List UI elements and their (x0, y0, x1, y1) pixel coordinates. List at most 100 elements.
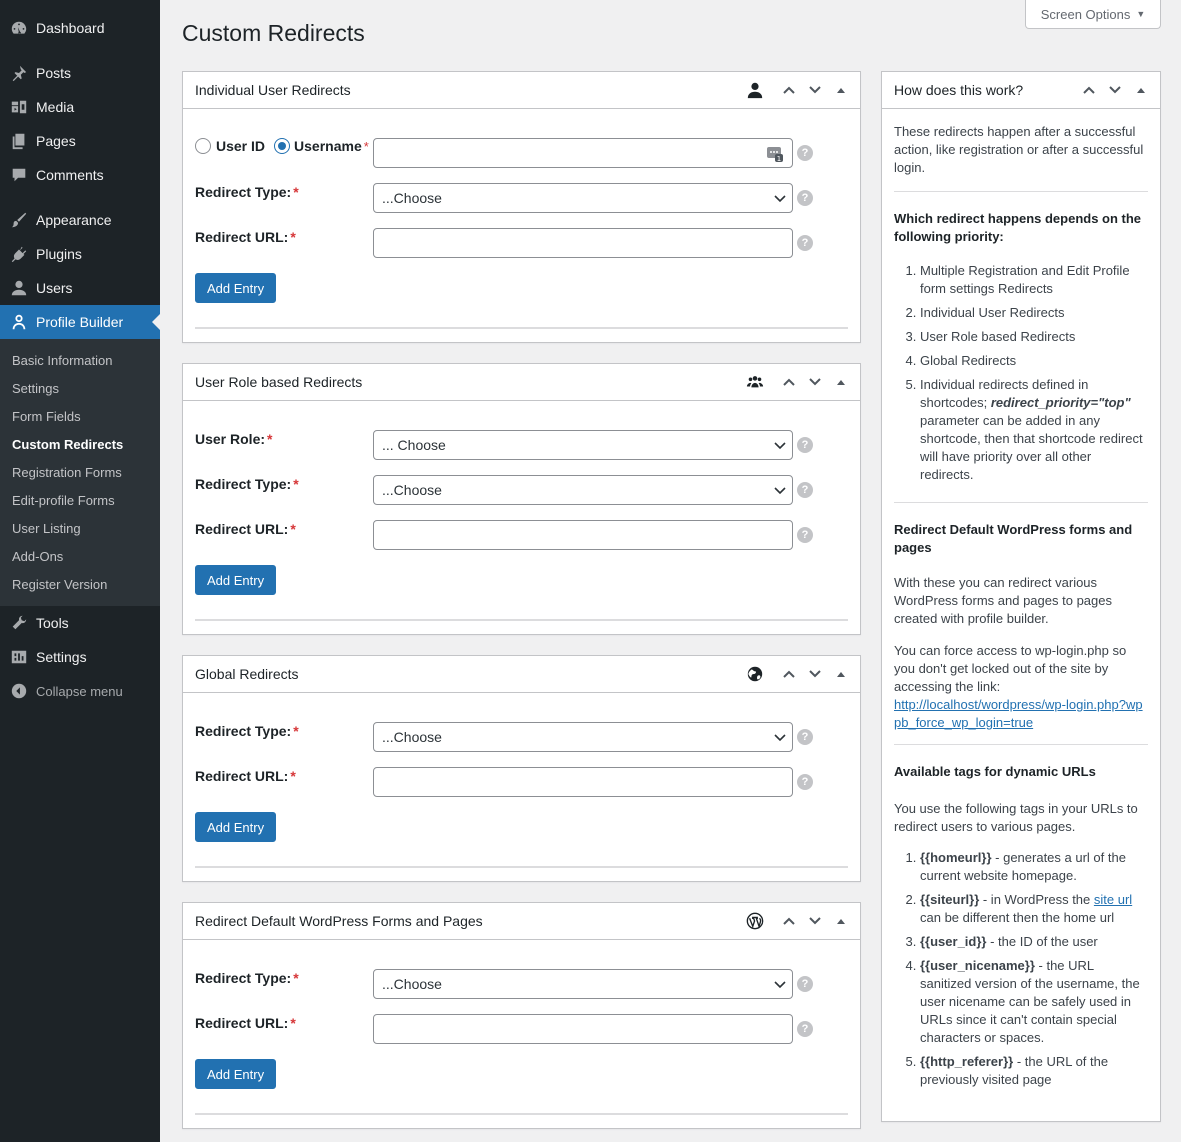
sidebar-item-posts[interactable]: Posts (0, 56, 160, 90)
add-entry-button[interactable]: Add Entry (195, 565, 277, 595)
required-mark: * (293, 476, 299, 492)
how-does-this-work-box: How does this work? These redirects happ… (881, 71, 1161, 1122)
sidebar-label: Dashboard (36, 20, 105, 36)
help-icon[interactable]: ? (797, 235, 813, 251)
submenu-item-custom-redirects[interactable]: Custom Redirects (0, 431, 160, 459)
plugin-icon (9, 244, 29, 264)
toggle-panel-button[interactable] (828, 656, 854, 692)
submenu-item-form-fields[interactable]: Form Fields (0, 403, 160, 431)
move-down-button[interactable] (1102, 72, 1128, 108)
help-icon[interactable]: ? (797, 774, 813, 790)
add-entry-button[interactable]: Add Entry (195, 812, 277, 842)
help-icon[interactable]: ? (797, 145, 813, 161)
submenu-item-user-listing[interactable]: User Listing (0, 515, 160, 543)
tag-name: {{http_referer}} (920, 1054, 1014, 1069)
redirect-url-input[interactable] (373, 520, 793, 550)
sidebar-item-users[interactable]: Users (0, 271, 160, 305)
toggle-panel-button[interactable] (828, 72, 854, 108)
sidebar-label: Tools (36, 615, 69, 631)
box-header: Global Redirects (183, 656, 860, 693)
sidebar-item-settings[interactable]: Settings (0, 640, 160, 674)
triangle-up-icon (837, 380, 845, 385)
triangle-up-icon (837, 919, 845, 924)
move-up-button[interactable] (776, 656, 802, 692)
sidebar-item-pages[interactable]: Pages (0, 124, 160, 158)
submenu-item-add-ons[interactable]: Add-Ons (0, 543, 160, 571)
help-icon[interactable]: ? (797, 482, 813, 498)
default-text-2: You can force access to wp-login.php so … (894, 643, 1127, 694)
required-mark: * (290, 768, 296, 784)
toggle-panel-button[interactable] (1128, 72, 1154, 108)
submenu-item-settings[interactable]: Settings (0, 375, 160, 403)
screen-options-button[interactable]: Screen Options ▼ (1025, 0, 1161, 29)
add-entry-button[interactable]: Add Entry (195, 1059, 277, 1089)
submenu-item-basic-information[interactable]: Basic Information (0, 347, 160, 375)
toggle-panel-button[interactable] (828, 364, 854, 400)
chevron-down-icon (1109, 86, 1121, 94)
box-title: Redirect Default WordPress Forms and Pag… (195, 913, 483, 929)
move-down-button[interactable] (802, 364, 828, 400)
divider (195, 327, 848, 329)
redirect-url-label: Redirect URL: * (195, 521, 296, 537)
move-down-button[interactable] (802, 656, 828, 692)
add-entry-button[interactable]: Add Entry (195, 273, 277, 303)
user-type-radios: User ID Username * (195, 138, 369, 154)
divider (195, 1113, 848, 1115)
redirect-type-select[interactable]: ...Choose (373, 475, 793, 505)
user-id-radio[interactable] (195, 138, 211, 154)
move-up-button[interactable] (776, 72, 802, 108)
redirect-url-input[interactable] (373, 767, 793, 797)
sidebar-item-comments[interactable]: Comments (0, 158, 160, 192)
sidebar-item-tools[interactable]: Tools (0, 606, 160, 640)
username-radio-label: Username (294, 138, 362, 154)
sidebar-item-media[interactable]: Media (0, 90, 160, 124)
force-login-link[interactable]: http://localhost/wordpress/wp-login.php?… (894, 697, 1143, 730)
site-url-link[interactable]: site url (1094, 892, 1132, 907)
username-radio[interactable] (274, 138, 291, 154)
redirect-url-input[interactable] (373, 1014, 793, 1044)
profile-icon (9, 312, 29, 332)
sidebar-label: Users (36, 280, 73, 296)
help-icon[interactable]: ? (797, 437, 813, 453)
user-role-label: User Role: * (195, 431, 272, 447)
move-up-button[interactable] (776, 364, 802, 400)
redirect-type-select[interactable]: ...Choose (373, 183, 793, 213)
move-down-button[interactable] (802, 72, 828, 108)
triangle-up-icon (837, 672, 845, 677)
toggle-panel-button[interactable] (828, 903, 854, 939)
submenu-item-registration-forms[interactable]: Registration Forms (0, 459, 160, 487)
help-icon[interactable]: ? (797, 729, 813, 745)
help-icon[interactable]: ? (797, 976, 813, 992)
collapse-menu-button[interactable]: Collapse menu (0, 674, 160, 708)
chevron-down-icon (774, 981, 786, 989)
list-text: parameter can be added in any shortcode,… (920, 413, 1143, 482)
redirect-url-input[interactable] (373, 228, 793, 258)
sidebar-item-dashboard[interactable]: Dashboard (0, 11, 160, 45)
sidebar-item-plugins[interactable]: Plugins (0, 237, 160, 271)
move-down-button[interactable] (802, 903, 828, 939)
user-role-select[interactable]: ... Choose (373, 430, 793, 460)
redirect-url-label: Redirect URL: * (195, 1015, 296, 1031)
submenu-item-edit-profile-forms[interactable]: Edit-profile Forms (0, 487, 160, 515)
username-input[interactable]: 1 (373, 138, 793, 168)
redirect-type-select[interactable]: ...Choose (373, 722, 793, 752)
svg-text:1: 1 (777, 155, 781, 163)
move-up-button[interactable] (776, 903, 802, 939)
help-icon[interactable]: ? (797, 1021, 813, 1037)
required-mark: * (290, 521, 296, 537)
list-item: Individual User Redirects (920, 304, 1148, 322)
submenu-item-register-version[interactable]: Register Version (0, 571, 160, 599)
help-icon[interactable]: ? (797, 190, 813, 206)
label-text: Redirect Type: (195, 723, 292, 739)
redirect-type-select[interactable]: ...Choose (373, 969, 793, 999)
sidebar-label: Posts (36, 65, 72, 81)
box-title: Global Redirects (195, 666, 299, 682)
sidebar-item-profile-builder[interactable]: Profile Builder (0, 305, 160, 339)
screen-options-label: Screen Options (1040, 6, 1131, 22)
help-icon[interactable]: ? (797, 527, 813, 543)
globe-icon (742, 656, 768, 692)
move-up-button[interactable] (1076, 72, 1102, 108)
label-text: Redirect Type: (195, 970, 292, 986)
required-mark: * (290, 1015, 296, 1031)
sidebar-item-appearance[interactable]: Appearance (0, 203, 160, 237)
